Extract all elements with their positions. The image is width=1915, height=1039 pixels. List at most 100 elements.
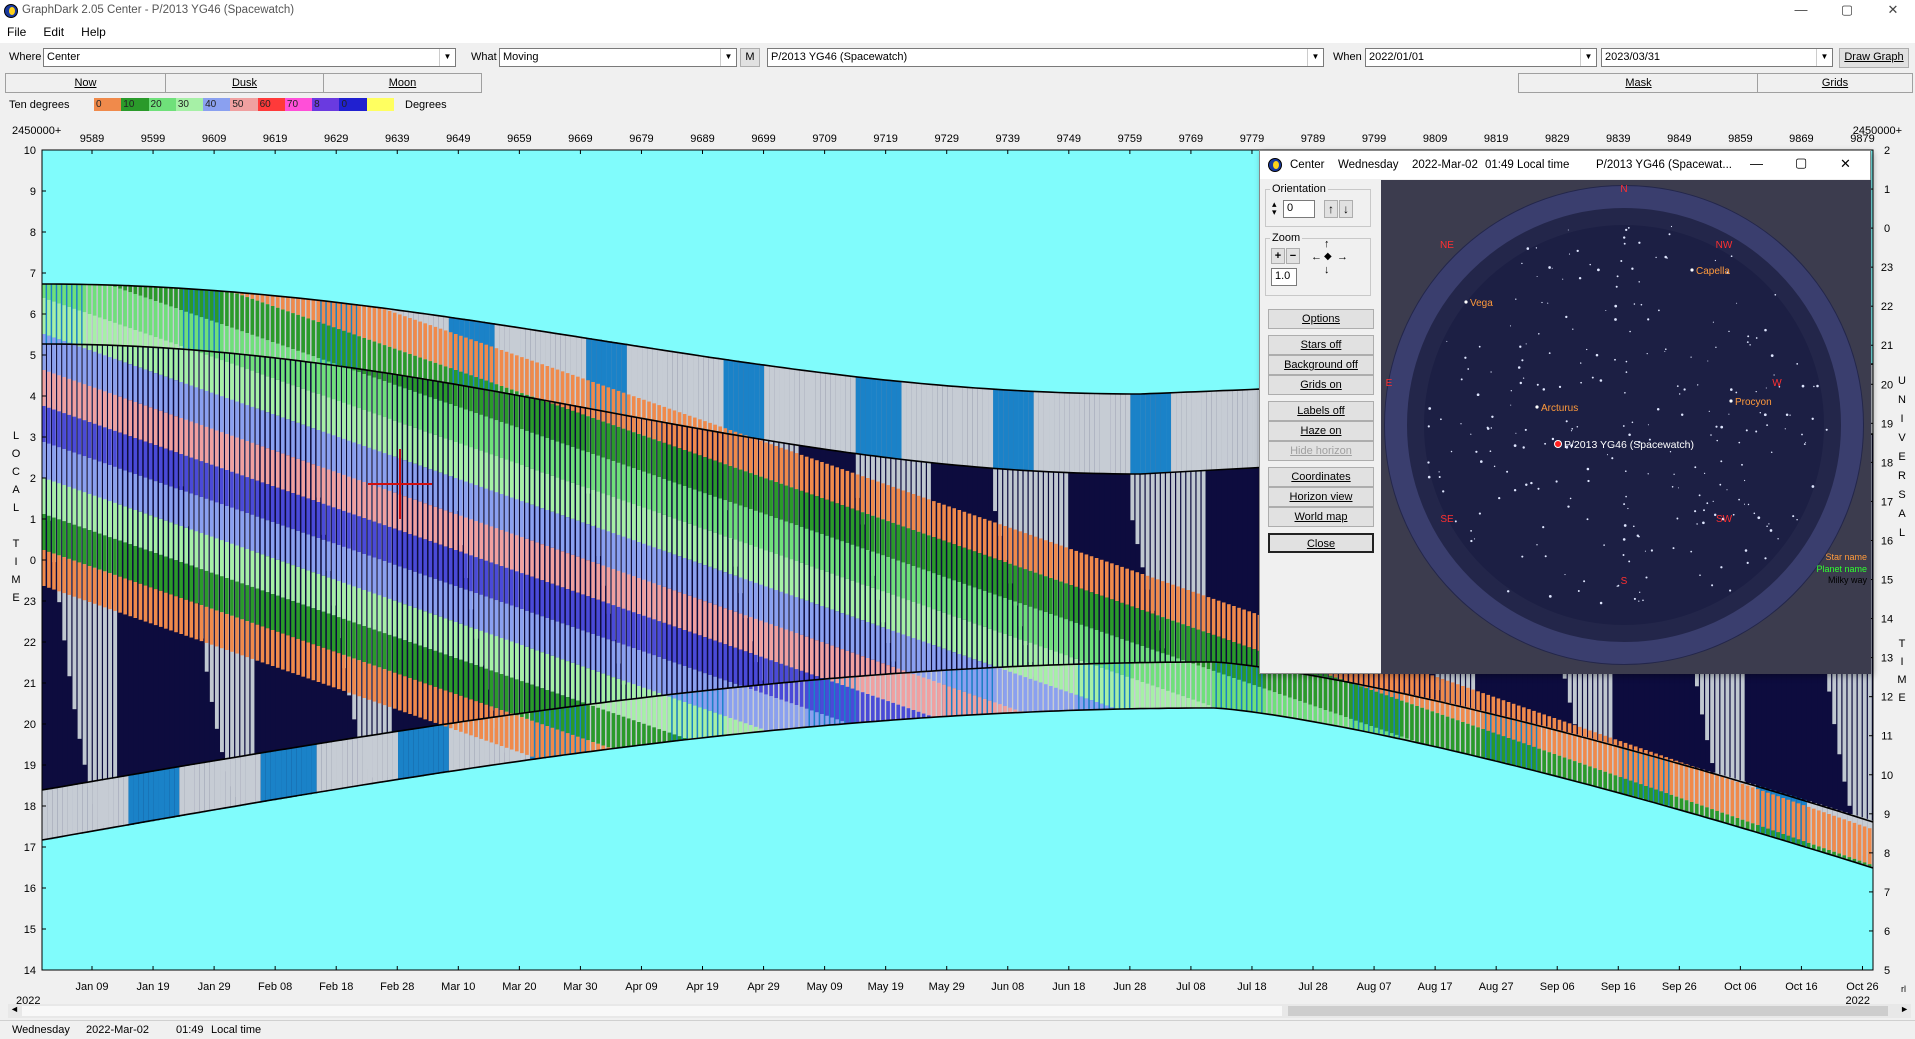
sky-view-window[interactable]: Center Wednesday 2022-Mar-02 01:49 Local…: [1259, 150, 1871, 674]
scroll-thumb[interactable]: [1288, 1006, 1888, 1016]
target-marker[interactable]: [1554, 440, 1562, 448]
maximize-button[interactable]: ▢: [1824, 0, 1870, 22]
altitude-band: [367, 663, 372, 700]
altitude-band: [1450, 718, 1455, 751]
altitude-band: [1049, 614, 1053, 650]
legend-swatch: 40: [203, 98, 231, 111]
altitude-band: [311, 500, 316, 537]
pan-right-icon[interactable]: →: [1337, 251, 1348, 263]
coordinates-button[interactable]: Coordinates: [1268, 467, 1374, 487]
pan-center-icon[interactable]: ◆: [1324, 251, 1332, 262]
labels-off-button[interactable]: Labels off: [1268, 401, 1374, 421]
what-select[interactable]: Moving ▼: [499, 48, 737, 67]
altitude-band: [1125, 676, 1129, 709]
horizontal-scrollbar[interactable]: ◄ ►: [8, 1004, 1911, 1018]
twilight-column: [301, 746, 307, 796]
altitude-band: [672, 410, 677, 447]
altitude-band: [169, 450, 173, 487]
chevron-down-icon[interactable]: ▼: [720, 49, 736, 66]
minimize-button[interactable]: —: [1778, 0, 1824, 22]
altitude-band: [275, 523, 280, 560]
object-select[interactable]: P/2013 YG46 (Spacewatch) ▼: [767, 48, 1324, 67]
zoom-in-icon[interactable]: +: [1271, 248, 1285, 264]
arrow-up-icon[interactable]: ↑: [1324, 200, 1338, 218]
altitude-band: [748, 617, 753, 654]
inner-sky: [1424, 225, 1824, 625]
altitude-band: [469, 339, 473, 376]
chevron-down-icon[interactable]: ▼: [1580, 49, 1596, 66]
start-date-select[interactable]: 2022/01/01 ▼: [1365, 48, 1597, 67]
altitude-band: [367, 411, 372, 448]
altitude-band: [550, 511, 555, 548]
scroll-left-icon[interactable]: ◄: [10, 1004, 19, 1014]
close-popup-button[interactable]: Close: [1268, 533, 1374, 553]
haze-on-button[interactable]: Haze on: [1268, 421, 1374, 441]
altitude-band: [754, 690, 758, 727]
popup-close-button[interactable]: ✕: [1840, 156, 1851, 172]
twilight-column: [1201, 391, 1208, 471]
altitude-band: [977, 661, 982, 698]
background-off-button[interactable]: Background off: [1268, 355, 1374, 375]
right-axis-label: 14: [1881, 614, 1893, 626]
twilight-column: [988, 388, 994, 468]
jd-tick-label: 9599: [141, 133, 165, 145]
altitude-band: [342, 582, 346, 619]
world-map-button[interactable]: World map: [1268, 507, 1374, 527]
pan-left-icon[interactable]: ←: [1311, 251, 1322, 263]
orientation-spin-icon[interactable]: ▴ ▾: [1272, 200, 1277, 217]
m-button[interactable]: M: [740, 48, 760, 67]
chevron-down-icon[interactable]: ▼: [439, 49, 455, 66]
star: [1517, 366, 1521, 369]
options-button[interactable]: Options: [1268, 309, 1374, 329]
arrow-down-icon[interactable]: ↓: [1339, 200, 1353, 218]
altitude-band: [520, 537, 524, 574]
altitude-band: [509, 569, 514, 606]
end-date-select[interactable]: 2023/03/31 ▼: [1601, 48, 1833, 67]
orientation-input[interactable]: 0: [1283, 200, 1315, 218]
chevron-down-icon[interactable]: ▼: [1816, 49, 1832, 66]
sky-chart[interactable]: N NW NE E W SE SW S Capella Vega Arcturu…: [1381, 180, 1871, 674]
altitude-band: [906, 600, 911, 637]
altitude-band: [311, 428, 316, 465]
twilight-column: [733, 360, 740, 435]
altitude-band: [336, 365, 341, 402]
menu-file[interactable]: File: [0, 22, 33, 39]
altitude-band: [631, 720, 636, 747]
tab-dusk[interactable]: Dusk: [165, 73, 324, 93]
pan-up-icon[interactable]: ↑: [1324, 238, 1330, 250]
tab-now[interactable]: Now: [5, 73, 166, 93]
altitude-band: [576, 628, 580, 665]
star: [1801, 433, 1803, 436]
stars-off-button[interactable]: Stars off: [1268, 335, 1374, 355]
popup-title-bar[interactable]: Center Wednesday 2022-Mar-02 01:49 Local…: [1260, 151, 1870, 179]
chevron-down-icon[interactable]: ▼: [1307, 49, 1323, 66]
where-select[interactable]: Center ▼: [43, 48, 456, 67]
horizon-view-button[interactable]: Horizon view: [1268, 487, 1374, 507]
popup-minimize-button[interactable]: —: [1750, 156, 1763, 171]
twilight-column: [281, 749, 287, 799]
grids-on-button[interactable]: Grids on: [1268, 375, 1374, 395]
altitude-band: [1074, 622, 1079, 659]
object-value: P/2013 YG46 (Spacewatch): [771, 51, 908, 63]
menu-help[interactable]: Help: [74, 22, 113, 39]
popup-maximize-button[interactable]: ▢: [1795, 155, 1807, 171]
altitude-band: [784, 701, 789, 730]
scroll-right-icon[interactable]: ►: [1900, 1004, 1909, 1014]
close-button[interactable]: ✕: [1870, 0, 1915, 22]
tab-grids[interactable]: Grids: [1757, 73, 1913, 93]
menu-edit[interactable]: Edit: [36, 22, 71, 39]
hide-horizon-button[interactable]: Hide horizon: [1268, 441, 1374, 461]
tab-mask[interactable]: Mask: [1518, 73, 1758, 93]
tab-moon[interactable]: Moon: [323, 73, 482, 93]
altitude-band: [286, 563, 290, 600]
altitude-band: [540, 688, 545, 725]
sky-chart-canvas[interactable]: N NW NE E W SE SW S Capella Vega Arcturu…: [1381, 180, 1871, 674]
zoom-input[interactable]: 1.0: [1271, 268, 1297, 286]
right-axis-label: 0: [1884, 223, 1890, 235]
zoom-out-icon[interactable]: −: [1286, 248, 1300, 264]
star: [1521, 555, 1524, 558]
draw-graph-button[interactable]: Draw Graph: [1839, 48, 1909, 68]
altitude-band: [352, 514, 356, 551]
pan-down-icon[interactable]: ↓: [1324, 264, 1330, 276]
altitude-band: [586, 560, 590, 597]
